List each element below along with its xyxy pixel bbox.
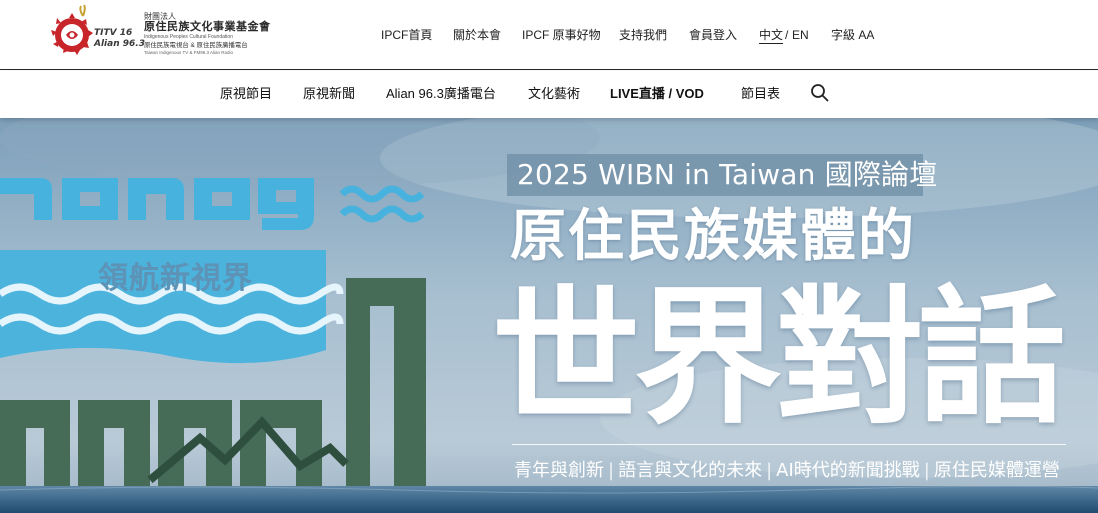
nav-culture-arts[interactable]: 文化藝術 [528, 85, 580, 102]
hero-divider [512, 444, 1066, 445]
topic-separator: | [766, 460, 773, 481]
nav-ipcf-home[interactable]: IPCF首頁 [381, 27, 432, 43]
lang-separator: / [785, 28, 789, 42]
lang-en-link[interactable]: EN [792, 27, 809, 43]
topic-item: 原住民媒體運營 [933, 460, 1060, 481]
nav-live-vod[interactable]: LIVE直播 / VOD [610, 85, 704, 102]
hero-topics: 青年與創新 | 語言與文化的未來 | AI時代的新聞挑戰 | 原住民媒體運營 [514, 460, 1060, 482]
nav-titv-news[interactable]: 原視新聞 [303, 85, 355, 102]
event-logo-slogan: 領航新視界 [98, 262, 253, 295]
nav-about[interactable]: 關於本會 [453, 27, 501, 43]
nav-titv-programs[interactable]: 原視節目 [220, 85, 272, 102]
nav-alian-radio[interactable]: Alian 96.3廣播電台 [386, 85, 496, 102]
hero-banner[interactable]: 領航新視界 2025 WIBN in Taiwan 國際論壇 原住民族媒體的 世… [0, 118, 1098, 513]
hero-headline-line1: 原住民族媒體的 [510, 203, 916, 269]
topic-item: 青年與創新 [514, 460, 604, 481]
topic-separator: | [608, 460, 615, 481]
topic-item: AI時代的新聞挑戰 [776, 460, 920, 481]
event-tag: 2025 WIBN in Taiwan 國際論壇 [507, 154, 937, 196]
hero-headline-line2: 世界對話 [492, 270, 1066, 444]
logo-line5: Taiwan Indigenous TV & FM96.3 Alian Radi… [144, 50, 233, 55]
nav-member-login[interactable]: 會員登入 [689, 27, 737, 43]
main-nav: 原視節目 原視新聞 Alian 96.3廣播電台 文化藝術 LIVE直播 / V… [0, 71, 1098, 118]
lang-zh-link[interactable]: 中文 [759, 27, 784, 44]
nav-support-us[interactable]: 支持我們 [619, 27, 667, 43]
nav-schedule[interactable]: 節目表 [741, 85, 780, 102]
search-icon[interactable] [809, 82, 831, 104]
event-tag-label: 2025 WIBN in Taiwan 國際論壇 [517, 158, 938, 191]
nav-ipcf-shop[interactable]: IPCF 原事好物 [522, 27, 601, 43]
logo-line1: 財團法人 [144, 12, 176, 21]
site-header: TITV 16 Alian 96.3 財團法人 原住民族文化事業基金會 Indi… [0, 0, 1098, 70]
utility-nav: IPCF首頁 關於本會 IPCF 原事好物 支持我們 會員登入 中文 / EN … [0, 27, 1098, 45]
topic-separator: | [923, 460, 930, 481]
font-size-toggle[interactable]: 字級 AA [831, 27, 874, 43]
topic-item: 語言與文化的未來 [618, 460, 763, 481]
